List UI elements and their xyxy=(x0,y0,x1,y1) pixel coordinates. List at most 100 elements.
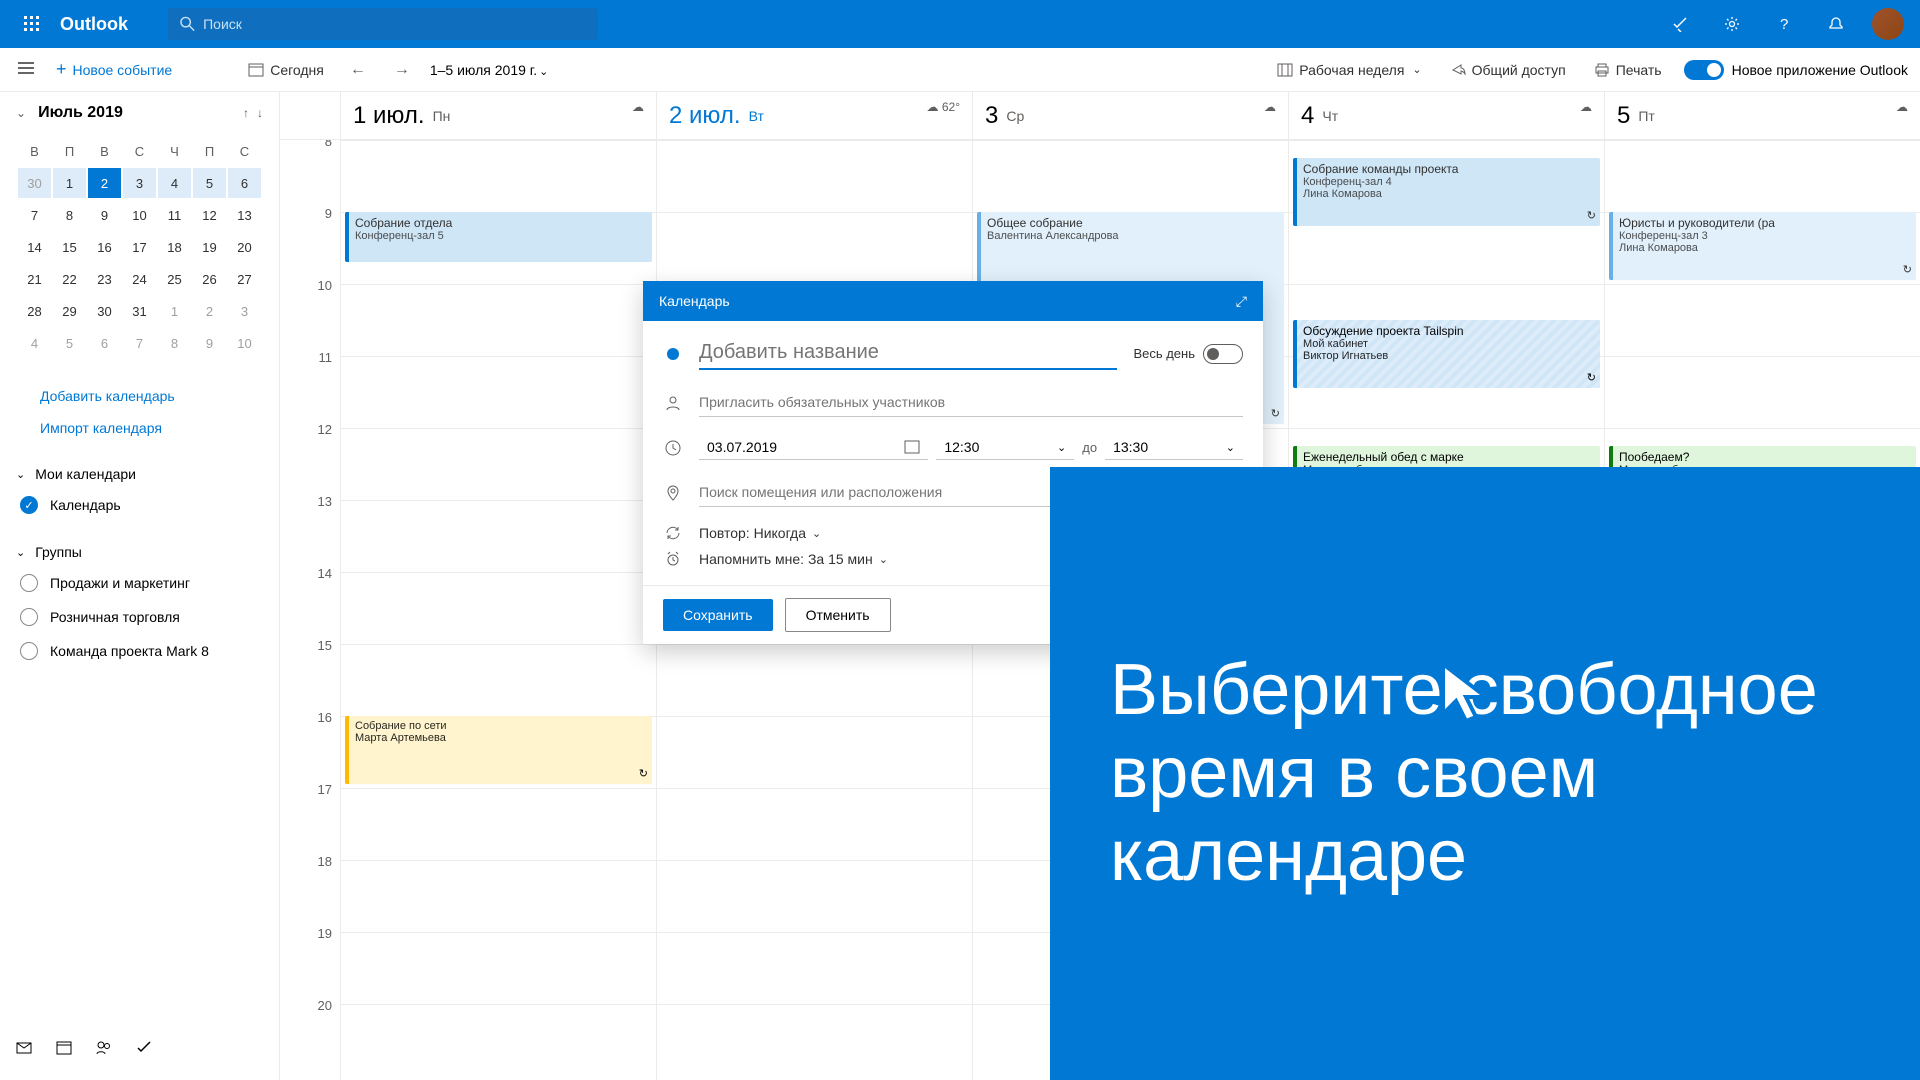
today-button[interactable]: Сегодня xyxy=(242,58,330,82)
calendar-event[interactable]: Собрание отделаКонференц-зал 5 xyxy=(345,212,652,262)
my-calendars-header[interactable]: ⌄Мои календари xyxy=(16,460,263,488)
group-checkbox[interactable] xyxy=(20,608,38,626)
mini-cal-day[interactable]: 2 xyxy=(193,296,226,326)
mini-cal-day[interactable]: 30 xyxy=(88,296,121,326)
day-header[interactable]: 5Пт☁ xyxy=(1604,92,1920,139)
date-range-picker[interactable]: 1–5 июля 2019 г. xyxy=(430,62,548,78)
search-input[interactable] xyxy=(203,16,586,32)
mini-cal-day[interactable]: 21 xyxy=(18,264,51,294)
repeat-field[interactable]: Повтор: Никогда xyxy=(699,525,821,541)
expand-icon[interactable]: ⤢ xyxy=(1236,293,1247,310)
mini-cal-day[interactable]: 11 xyxy=(158,200,191,230)
group-item[interactable]: Продажи и маркетинг xyxy=(16,566,263,600)
mini-cal-day[interactable]: 4 xyxy=(158,168,191,198)
mini-cal-day[interactable]: 16 xyxy=(88,232,121,262)
mini-cal-day[interactable]: 14 xyxy=(18,232,51,262)
nav-toggle[interactable] xyxy=(12,55,40,85)
mini-cal-day[interactable]: 26 xyxy=(193,264,226,294)
settings-icon[interactable] xyxy=(1708,0,1756,48)
mini-cal-day[interactable]: 24 xyxy=(123,264,156,294)
print-button[interactable]: Печать xyxy=(1588,58,1668,82)
mini-cal-day[interactable]: 4 xyxy=(18,328,51,358)
mini-cal-day[interactable]: 5 xyxy=(193,168,226,198)
app-launcher[interactable] xyxy=(8,0,56,48)
save-button[interactable]: Сохранить xyxy=(663,599,773,631)
prev-month[interactable]: ↑ xyxy=(243,106,249,120)
mini-cal-day[interactable]: 9 xyxy=(88,200,121,230)
group-item[interactable]: Розничная торговля xyxy=(16,600,263,634)
day-header[interactable]: 3Ср☁ xyxy=(972,92,1288,139)
mini-cal-day[interactable]: 3 xyxy=(123,168,156,198)
import-calendar-link[interactable]: Импорт календаря xyxy=(16,412,263,444)
mini-cal-day[interactable]: 29 xyxy=(53,296,86,326)
next-month[interactable]: ↓ xyxy=(257,106,263,120)
mini-cal-day[interactable]: 10 xyxy=(123,200,156,230)
mini-cal-day[interactable]: 5 xyxy=(53,328,86,358)
mini-cal-day[interactable]: 2 xyxy=(88,168,121,198)
mini-cal-day[interactable]: 30 xyxy=(18,168,51,198)
group-checkbox[interactable] xyxy=(20,642,38,660)
mini-cal-day[interactable]: 10 xyxy=(228,328,261,358)
mini-cal-day[interactable]: 17 xyxy=(123,232,156,262)
people-icon[interactable] xyxy=(96,1040,112,1056)
mini-cal-day[interactable]: 19 xyxy=(193,232,226,262)
mini-cal-day[interactable]: 6 xyxy=(228,168,261,198)
mini-cal-day[interactable]: 22 xyxy=(53,264,86,294)
calendar-event[interactable]: Обсуждение проекта TailspinМой кабинетВи… xyxy=(1293,320,1600,388)
mini-cal-day[interactable]: 18 xyxy=(158,232,191,262)
calendar-nav-icon[interactable] xyxy=(56,1040,72,1056)
mini-cal-day[interactable]: 6 xyxy=(88,328,121,358)
mini-cal-day[interactable]: 7 xyxy=(18,200,51,230)
mini-cal-day[interactable]: 31 xyxy=(123,296,156,326)
mini-cal-day[interactable]: 28 xyxy=(18,296,51,326)
mini-cal-day[interactable]: 27 xyxy=(228,264,261,294)
reminder-field[interactable]: Напомнить мне: За 15 мин xyxy=(699,551,888,567)
new-outlook-toggle[interactable] xyxy=(1684,60,1724,80)
help-icon[interactable]: ? xyxy=(1760,0,1808,48)
mail-icon[interactable] xyxy=(16,1040,32,1056)
share-button[interactable]: Общий доступ xyxy=(1444,58,1572,82)
new-event-button[interactable]: + Новое событие xyxy=(56,59,172,80)
mini-cal-day[interactable]: 1 xyxy=(53,168,86,198)
date-field[interactable]: 03.07.2019 xyxy=(699,435,928,460)
mini-cal-day[interactable]: 9 xyxy=(193,328,226,358)
tasks-icon[interactable] xyxy=(136,1040,152,1056)
start-time-field[interactable]: 12:30 xyxy=(936,435,1074,460)
calendar-item[interactable]: Календарь xyxy=(16,488,263,522)
mini-cal-day[interactable]: 7 xyxy=(123,328,156,358)
search-box[interactable] xyxy=(168,8,598,40)
invite-input[interactable] xyxy=(699,388,1243,417)
mini-cal-day[interactable]: 8 xyxy=(158,328,191,358)
day-header[interactable]: 2 июл.Вт☁ 62° xyxy=(656,92,972,139)
collapse-month[interactable]: ⌄ xyxy=(16,106,26,120)
groups-header[interactable]: ⌄Группы xyxy=(16,538,263,566)
day-header[interactable]: 4Чт☁ xyxy=(1288,92,1604,139)
mini-cal-day[interactable]: 12 xyxy=(193,200,226,230)
day-column[interactable]: Собрание отделаКонференц-зал 5 Собрание п… xyxy=(340,140,656,1080)
mini-cal-day[interactable]: 1 xyxy=(158,296,191,326)
event-title-input[interactable] xyxy=(699,337,1117,370)
next-week[interactable]: → xyxy=(386,57,418,83)
mini-cal-day[interactable]: 25 xyxy=(158,264,191,294)
calendar-event[interactable]: Собрание команды проектаКонференц-зал 4Л… xyxy=(1293,158,1600,226)
group-item[interactable]: Команда проекта Mark 8 xyxy=(16,634,263,668)
mini-cal-day[interactable]: 20 xyxy=(228,232,261,262)
mini-cal-day[interactable]: 8 xyxy=(53,200,86,230)
end-time-field[interactable]: 13:30 xyxy=(1105,435,1243,460)
all-day-toggle[interactable] xyxy=(1203,344,1243,364)
group-checkbox[interactable] xyxy=(20,574,38,592)
add-calendar-link[interactable]: Добавить календарь xyxy=(16,380,263,412)
calendar-event[interactable]: Юристы и руководители (раКонференц-зал 3… xyxy=(1609,212,1916,280)
view-work-week[interactable]: Рабочая неделя xyxy=(1271,58,1427,82)
cancel-button[interactable]: Отменить xyxy=(785,598,891,632)
prev-week[interactable]: ← xyxy=(342,57,374,83)
calendar-event[interactable]: Собрание по сетиМарта Артемьева↻ xyxy=(345,716,652,784)
mini-cal-day[interactable]: 15 xyxy=(53,232,86,262)
mini-cal-day[interactable]: 13 xyxy=(228,200,261,230)
mini-cal-day[interactable]: 23 xyxy=(88,264,121,294)
user-avatar[interactable] xyxy=(1872,8,1904,40)
mini-cal-day[interactable]: 3 xyxy=(228,296,261,326)
day-header[interactable]: 1 июл.Пн☁ xyxy=(340,92,656,139)
notifications-icon[interactable] xyxy=(1812,0,1860,48)
todo-icon[interactable] xyxy=(1656,0,1704,48)
